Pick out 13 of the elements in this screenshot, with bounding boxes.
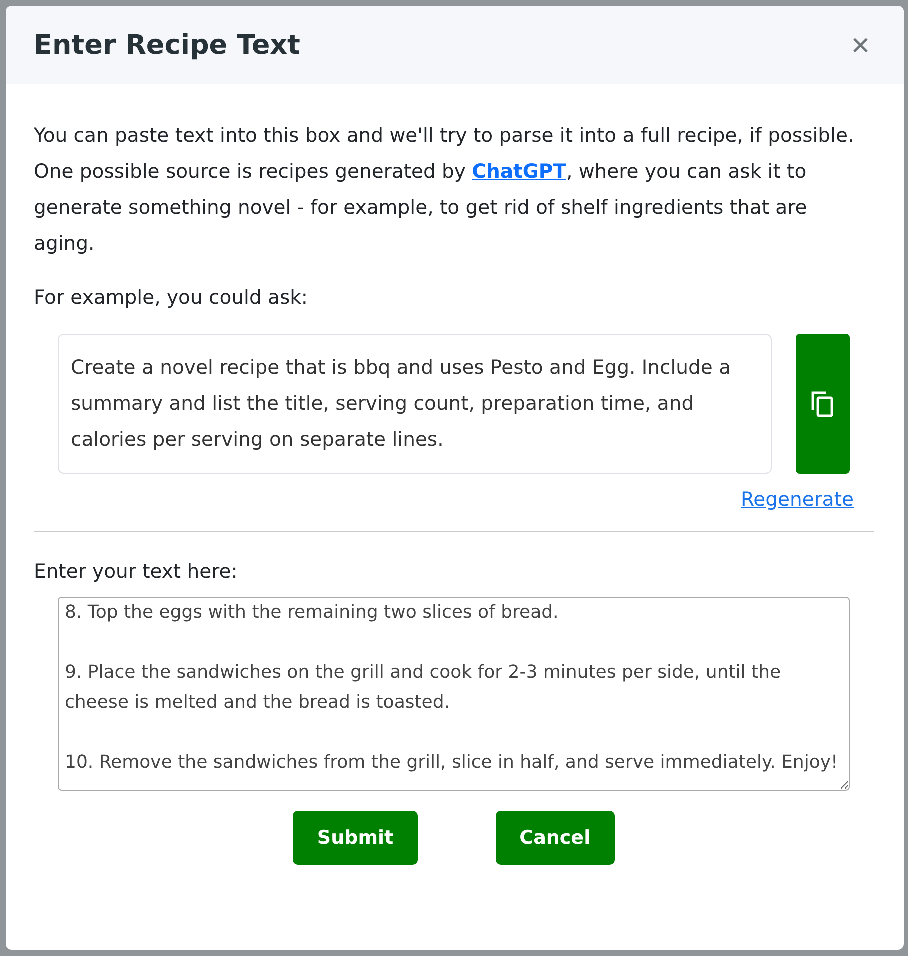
copy-icon (810, 390, 836, 418)
prompt-text: Create a novel recipe that is bbq and uses Pesto and Egg. Include a summary and list the title, serving count, preparation time, and calories per serving on separate lines. (58, 334, 772, 474)
regenerate-link[interactable]: Regenerate (740, 488, 854, 511)
intro-paragraph: You can paste text into this box and we'll try to parse it into a full recipe, if possible. One possible source is recipes generated by ChatGPT, where you can ask it to generate something novel - for example, to get rid of shelf ingredients that are aging. (34, 123, 856, 257)
cancel-button[interactable]: Cancel (496, 811, 615, 865)
close-button[interactable]: × (851, 29, 870, 61)
recipe-text-field[interactable]: 8. Top the eggs with the remaining two slices of bread. 9. Place the sandwiches on the grill and cook for 2-3 minutes per side, until the cheese is melted and the bread is toasted. 10. Remove the sandwiches from the grill, slice in half, and serve immediately. Enjoy! (58, 597, 850, 791)
example-label: For example, you could ask: (34, 285, 309, 311)
entry-label: Enter your text here: (34, 560, 239, 583)
chatgpt-link[interactable]: ChatGPT (472, 160, 566, 183)
submit-button[interactable]: Submit (293, 811, 418, 865)
dialog-title: Enter Recipe Text (34, 30, 300, 60)
copy-button[interactable] (796, 334, 850, 474)
